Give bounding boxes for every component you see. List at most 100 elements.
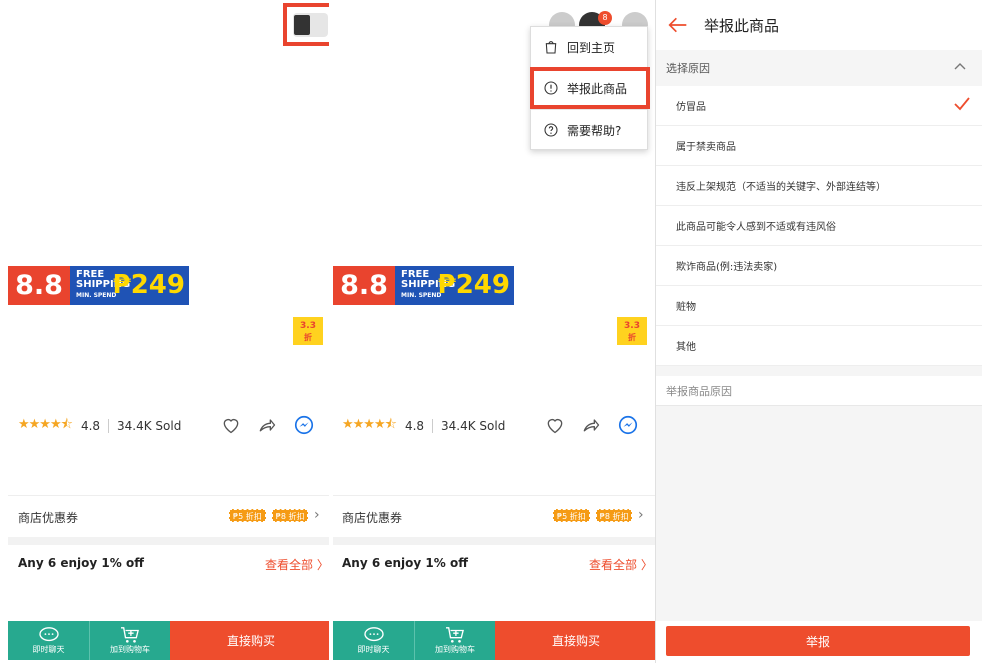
menu-report-label: 举报此商品 — [567, 81, 628, 96]
action-icons — [221, 414, 315, 436]
menu-item-help[interactable]: 需要帮助? — [531, 110, 649, 150]
discount-value: 3.3 — [300, 321, 316, 331]
add-cart-icon — [121, 627, 139, 643]
action-icons — [545, 414, 639, 436]
bundle-deal-label: Any 6 enjoy 1% off — [18, 556, 144, 570]
voucher-tags[interactable]: ₱5 折扣 ₱8 折扣 — [553, 509, 633, 522]
product-thumbnail-highlight[interactable] — [283, 3, 329, 46]
promo-price: ₱249 — [112, 270, 185, 300]
sold-count: 34.4K Sold — [441, 419, 506, 433]
reason-option[interactable]: 赃物 — [656, 286, 982, 326]
messenger-icon[interactable] — [617, 414, 639, 436]
report-title: 举报此商品 — [704, 16, 780, 35]
reason-section-header[interactable]: 选择原因 — [656, 50, 982, 86]
buy-now-button[interactable]: 直接购买 — [170, 621, 329, 660]
add-cart-icon — [446, 627, 464, 643]
reason-list: 仿冒品 属于禁卖商品 违反上架规范（不适当的关键字、外部连结等） 此商品可能令人… — [656, 86, 982, 366]
report-reason-textarea[interactable] — [656, 406, 982, 621]
promo-number: 8.8 — [8, 266, 70, 305]
reason-option[interactable]: 欺诈商品(例:违法卖家) — [656, 246, 982, 286]
promo-min-spend: MIN. SPEND — [76, 292, 117, 299]
buy-now-button[interactable]: 直接购买 — [495, 621, 656, 660]
product-page-panel: 8.8 FREE SHIPPING MIN. SPEND ₱249 3.3 折 … — [0, 0, 329, 663]
bottom-action-bar: 即时聊天 加到购物车 直接购买 — [8, 621, 329, 660]
add-to-cart-label: 加到购物车 — [110, 645, 150, 654]
voucher-tags[interactable]: ₱5 折扣 ₱8 折扣 — [229, 509, 309, 522]
promo-banner[interactable]: 8.8 FREE SHIPPING MIN. SPEND ₱249 — [333, 266, 514, 305]
rating-stars: ★★★★⯪ — [18, 417, 73, 432]
report-header: 举报此商品 — [656, 0, 982, 50]
rating-value: 4.8 — [404, 419, 425, 433]
messenger-icon[interactable] — [293, 414, 315, 436]
chevron-right-icon[interactable]: › — [314, 507, 320, 523]
add-to-cart-button[interactable]: 加到购物车 — [414, 621, 495, 660]
reason-label: 其他 — [676, 342, 696, 353]
reason-option[interactable]: 属于禁卖商品 — [656, 126, 982, 166]
discount-unit: 折 — [304, 333, 312, 342]
discount-value: 3.3 — [624, 321, 640, 331]
chevron-right-icon[interactable]: › — [638, 507, 644, 523]
heart-icon[interactable] — [221, 415, 241, 435]
sold-count: 34.4K Sold — [117, 419, 182, 433]
menu-help-label: 需要帮助? — [567, 123, 622, 138]
see-all-link[interactable]: 查看全部 〉 — [265, 556, 329, 573]
chat-icon — [363, 627, 384, 642]
share-icon[interactable] — [257, 415, 277, 435]
reason-label: 属于禁卖商品 — [676, 142, 736, 153]
cart-count-badge: 8 — [598, 11, 612, 25]
reason-label: 仿冒品 — [676, 102, 706, 113]
chat-now-button[interactable]: 即时聊天 — [333, 621, 414, 660]
shop-bag-icon — [545, 41, 557, 54]
reason-option[interactable]: 此商品可能令人感到不适或有违风俗 — [656, 206, 982, 246]
reason-section-label: 选择原因 — [666, 62, 710, 75]
alert-circle-icon — [544, 81, 558, 95]
back-arrow-icon[interactable] — [668, 16, 688, 34]
heart-icon[interactable] — [545, 415, 565, 435]
rating-row: ★★★★⯪ 4.8 34.4K Sold — [18, 415, 181, 437]
checkmark-icon — [954, 97, 970, 111]
bottom-action-bar: 即时聊天 加到购物车 直接购买 — [333, 621, 656, 660]
shop-voucher-label[interactable]: 商店优惠券 — [342, 509, 402, 526]
share-icon[interactable] — [581, 415, 601, 435]
help-circle-icon — [544, 123, 558, 137]
voucher-tag: ₱5 折扣 — [229, 509, 266, 522]
chevron-up-icon[interactable] — [954, 62, 966, 70]
reason-label: 赃物 — [676, 302, 696, 313]
reason-label: 违反上架规范（不适当的关键字、外部连结等） — [676, 182, 886, 193]
menu-item-home[interactable]: 回到主页 — [531, 27, 649, 67]
report-submit-button[interactable]: 举报 — [666, 626, 970, 656]
report-reason-field-label: 举报商品原因 — [656, 376, 982, 406]
add-to-cart-label: 加到购物车 — [435, 645, 475, 654]
rating-row: ★★★★⯪ 4.8 34.4K Sold — [342, 415, 505, 437]
discount-badge: 3.3 折 — [617, 317, 647, 345]
chat-now-button[interactable]: 即时聊天 — [8, 621, 89, 660]
report-product-panel: 举报此商品 选择原因 仿冒品 属于禁卖商品 违反上架规范（不适当的关键字、外部连… — [656, 0, 982, 663]
promo-banner[interactable]: 8.8 FREE SHIPPING MIN. SPEND ₱249 — [8, 266, 189, 305]
product-page-menu-panel: 8 回到主页 举报此商品 需要帮助? 8.8 FREE SHIPPING MIN… — [329, 0, 656, 663]
bundle-deal-label: Any 6 enjoy 1% off — [342, 556, 468, 570]
menu-item-report[interactable]: 举报此商品 — [530, 67, 650, 109]
shop-voucher-label[interactable]: 商店优惠券 — [18, 509, 78, 526]
reason-label: 欺诈商品(例:违法卖家) — [676, 262, 778, 273]
reason-label: 此商品可能令人感到不适或有违风俗 — [676, 222, 836, 233]
submit-area: 举报 — [656, 621, 982, 663]
see-all-link[interactable]: 查看全部 〉 — [589, 556, 653, 573]
voucher-tag: ₱5 折扣 — [553, 509, 590, 522]
overflow-menu: 回到主页 举报此商品 需要帮助? — [530, 26, 650, 150]
reason-option[interactable]: 仿冒品 — [656, 86, 982, 126]
discount-badge: 3.3 折 — [293, 317, 323, 345]
chat-now-label: 即时聊天 — [32, 645, 65, 654]
voucher-tag: ₱8 折扣 — [271, 509, 309, 522]
reason-option[interactable]: 其他 — [656, 326, 982, 366]
menu-home-label: 回到主页 — [567, 40, 616, 55]
reason-option[interactable]: 违反上架规范（不适当的关键字、外部连结等） — [656, 166, 982, 206]
promo-price: ₱249 — [437, 270, 510, 300]
chat-now-label: 即时聊天 — [357, 645, 390, 654]
chat-icon — [38, 627, 59, 642]
product-thumbnail — [293, 13, 328, 37]
voucher-tag: ₱8 折扣 — [595, 509, 633, 522]
rating-stars: ★★★★⯪ — [342, 417, 397, 432]
discount-unit: 折 — [628, 333, 636, 342]
promo-min-spend: MIN. SPEND — [401, 292, 442, 299]
add-to-cart-button[interactable]: 加到购物车 — [89, 621, 170, 660]
